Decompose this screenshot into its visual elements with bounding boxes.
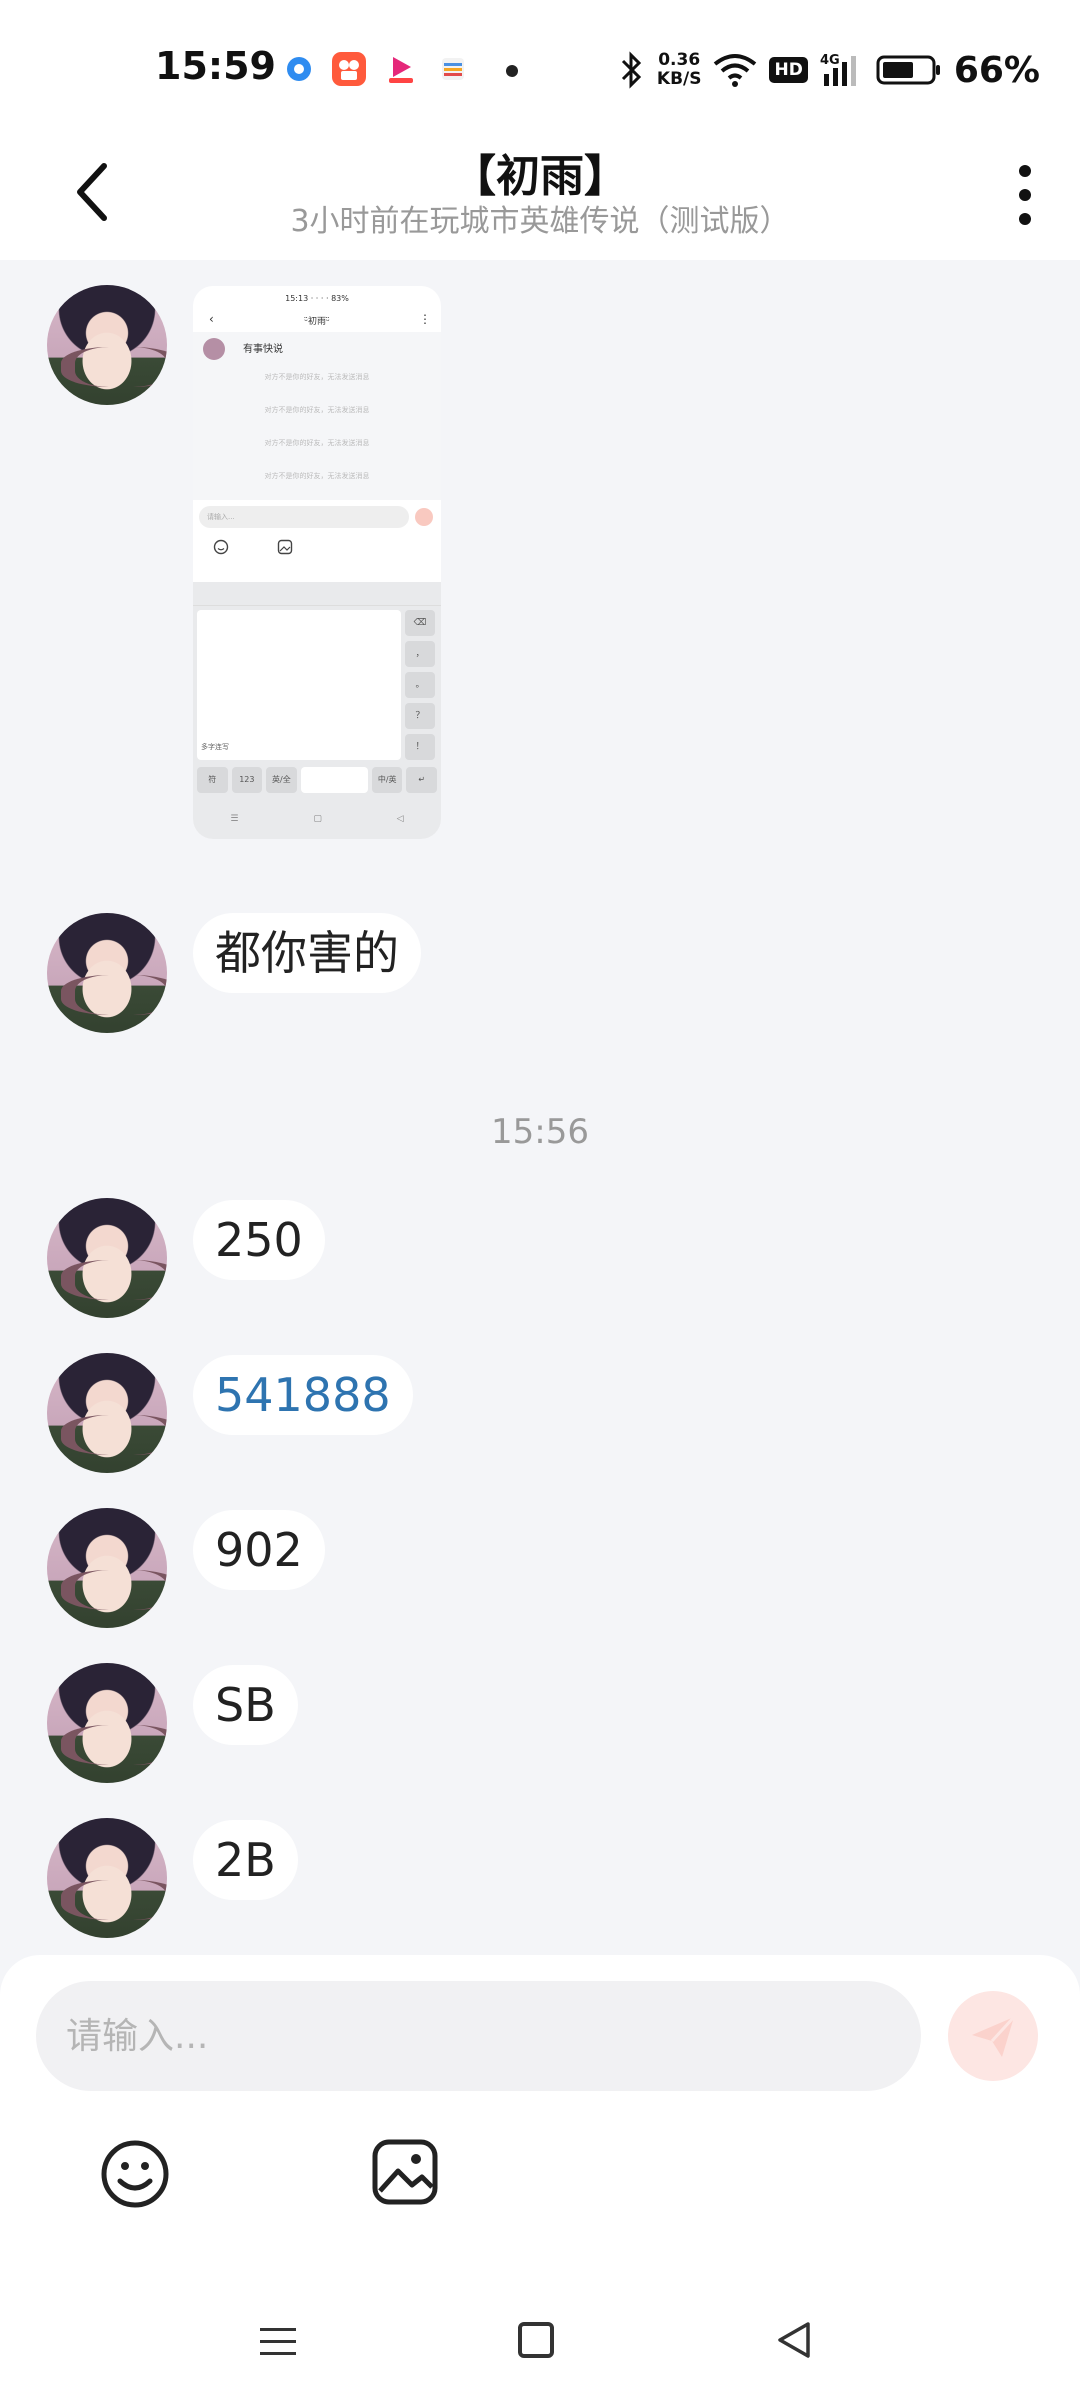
- more-vertical-icon: [1019, 213, 1031, 225]
- keyboard-bottom-row: 符 123 英/全 中/英 ↵: [197, 767, 438, 793]
- bluetooth-icon: [621, 51, 642, 89]
- avatar[interactable]: [47, 1508, 167, 1628]
- home-icon: ▢: [313, 814, 322, 824]
- keyboard-toolbar: [193, 582, 441, 606]
- keyboard-label: 多字连写: [201, 743, 229, 751]
- message-input[interactable]: [36, 1981, 921, 2091]
- keyboard-key: ！: [405, 734, 435, 760]
- keyboard-key: ，: [405, 641, 435, 667]
- signal-icon: 4G: [820, 53, 856, 86]
- embedded-header: ‹ ᵕ̈初雨ᵕ̈ ⋮: [193, 310, 441, 332]
- send-icon: [415, 508, 433, 526]
- image-message[interactable]: 15:13 · · · · 83% ‹ ᵕ̈初雨ᵕ̈ ⋮ 有事快说 对方不是你的…: [193, 286, 441, 839]
- back-icon: ◁: [396, 814, 404, 824]
- image-button[interactable]: [370, 2137, 440, 2207]
- message-bubble[interactable]: SB: [193, 1665, 298, 1745]
- keyboard-key: ？: [405, 703, 435, 729]
- image-icon: [277, 539, 293, 555]
- wifi-icon: [714, 54, 757, 87]
- app-notification-icon: [384, 52, 418, 86]
- battery-icon: [876, 55, 940, 85]
- speed-value: 0.36: [658, 50, 701, 70]
- embedded-notice: 对方不是你的好友，无法发送消息: [264, 373, 370, 381]
- embedded-chat: 有事快说 对方不是你的好友，无法发送消息 对方不是你的好友，无法发送消息 对方不…: [193, 332, 441, 500]
- message-timestamp: 15:56: [491, 1112, 589, 1152]
- keyboard-space: [300, 767, 368, 793]
- app-notification-icon: [436, 52, 470, 86]
- keyboard-key: 123: [231, 767, 263, 793]
- hd-icon: HD: [769, 57, 808, 83]
- keyboard-key: ⌫: [405, 610, 435, 636]
- keyboard-key: 符: [197, 767, 228, 793]
- notification-dot: [506, 65, 518, 77]
- menu-icon: ☰: [230, 814, 239, 824]
- keyboard-key: 中/英: [371, 767, 403, 793]
- embedded-input: 请输入...: [199, 506, 409, 528]
- embedded-status: 15:13 · · · · 83%: [285, 294, 349, 303]
- home-icon[interactable]: [518, 2322, 554, 2358]
- embedded-title: ᵕ̈初雨ᵕ̈: [304, 317, 330, 327]
- more-vertical-icon: [1019, 165, 1031, 177]
- keyboard-key: ↵: [406, 767, 438, 793]
- avatar[interactable]: [47, 285, 167, 405]
- message-bubble[interactable]: 2B: [193, 1820, 298, 1900]
- battery-percent: 66%: [953, 49, 1040, 91]
- avatar[interactable]: [47, 1353, 167, 1473]
- message-bubble[interactable]: 902: [193, 1510, 325, 1590]
- network-speed: 0.36 KB/S: [657, 51, 702, 89]
- emoji-icon: [213, 539, 229, 555]
- keyboard-key: 。: [405, 672, 435, 698]
- chat-header: 【初雨】 3小时前在玩城市英雄传说（测试版）: [0, 130, 1080, 260]
- embedded-notice: 对方不是你的好友，无法发送消息: [264, 439, 370, 447]
- keyboard-side-keys: ⌫ ， 。 ？ ！: [405, 610, 437, 765]
- message-bubble[interactable]: 250: [193, 1200, 325, 1280]
- emoji-icon: [101, 2140, 169, 2208]
- embedded-message: 有事快说: [243, 344, 283, 355]
- chat-subtitle: 3小时前在玩城市英雄传说（测试版）: [290, 204, 790, 239]
- system-nav-bar: [0, 2280, 1080, 2400]
- send-icon: [972, 2015, 1016, 2057]
- embedded-tools: [193, 531, 441, 565]
- status-indicators: 0.36 KB/S HD 4G 66%: [619, 46, 1040, 94]
- avatar[interactable]: [47, 913, 167, 1033]
- avatar[interactable]: [47, 1198, 167, 1318]
- avatar[interactable]: [47, 1663, 167, 1783]
- avatar[interactable]: [47, 1818, 167, 1938]
- speed-unit: KB/S: [656, 69, 702, 89]
- emoji-button[interactable]: [98, 2137, 172, 2211]
- more-vertical-icon: [1019, 189, 1031, 201]
- app-notification-icon: [332, 52, 366, 86]
- handwriting-pad: [197, 610, 401, 760]
- app-notification-icon: [282, 52, 316, 86]
- status-time: 15:59: [155, 44, 276, 88]
- svg-text:4G: 4G: [820, 53, 840, 68]
- embedded-nav: ☰ ▢ ◁: [193, 804, 441, 834]
- embedded-notice: 对方不是你的好友，无法发送消息: [264, 472, 370, 480]
- avatar: [203, 338, 225, 360]
- chat-title: 【初雨】: [452, 151, 628, 202]
- keyboard-key: 英/全: [266, 767, 297, 793]
- back-icon[interactable]: [774, 2320, 814, 2360]
- embedded-keyboard: 多字连写 ⌫ ， 。 ？ ！ 符 123 英/全 中/英 ↵ ☰ ▢ ◁: [193, 582, 441, 839]
- more-vertical-icon: ⋮: [419, 312, 431, 326]
- send-button[interactable]: [948, 1991, 1038, 2081]
- more-button[interactable]: [990, 150, 1060, 240]
- message-bubble-link[interactable]: 541888: [193, 1355, 413, 1435]
- status-bar: 15:59 0.36 KB/S HD 4G 66%: [0, 0, 1080, 130]
- embedded-notice: 对方不是你的好友，无法发送消息: [264, 406, 370, 414]
- menu-icon[interactable]: [258, 2322, 298, 2362]
- message-bubble[interactable]: 都你害的: [193, 913, 421, 993]
- image-icon: [372, 2139, 438, 2205]
